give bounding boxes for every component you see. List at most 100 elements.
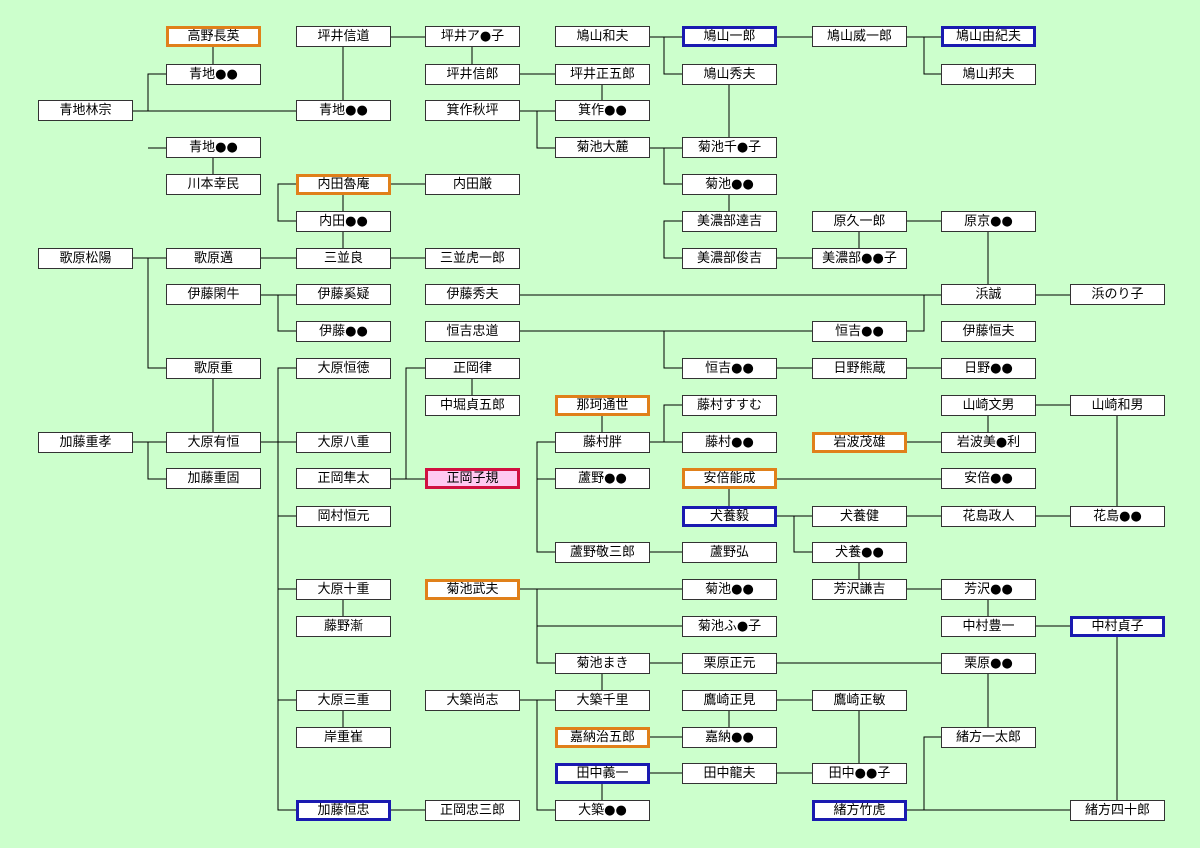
person-node-okamura: 岡村恒元 [296,506,391,527]
person-node-iwanami2: 岩波美●利 [941,432,1036,453]
person-node-uchida-roan: 内田魯庵 [296,174,391,195]
person-node-minobe3: 美濃部●●子 [812,248,907,269]
link-line [649,404,682,443]
person-node-aochi-rinso: 青地林宗 [38,100,133,121]
person-node-iwanami-shigeo: 岩波茂雄 [812,432,907,453]
person-node-hara-kyuichiro: 原久一郎 [812,211,907,232]
link-line [776,515,812,553]
person-node-ohara-hachiju: 大原八重 [296,432,391,453]
person-node-kikuchi-k4: 菊池ふ●子 [682,616,777,637]
link-line [277,183,296,222]
person-node-naka-michiyo: 那珂通世 [555,395,650,416]
person-node-masaoka-hayata: 正岡隼太 [296,468,391,489]
person-node-utahara-shoyo: 歌原松陽 [38,248,133,269]
person-node-kikuchi-kaki: 菊池まき [555,653,650,674]
person-node-nakabori: 中堀貞五郎 [425,395,520,416]
person-node-uchida-gen: 内田厳 [425,174,520,195]
person-node-hino2: 日野●● [941,358,1036,379]
person-node-yoshizawa2: 芳沢●● [941,579,1036,600]
link-line [133,257,166,369]
person-node-fujimura2: 藤村●● [682,432,777,453]
person-node-hatoyama-yukio: 鳩山由紀夫 [941,26,1036,47]
person-node-ogata-shijuro: 緒方四十郎 [1070,800,1165,821]
person-node-hanashima-masato: 花島政人 [941,506,1036,527]
person-node-kurihara2: 栗原●● [941,653,1036,674]
person-node-yamazaki-fumio: 山崎文男 [941,395,1036,416]
person-node-kikuchi-k2: 菊池●● [682,174,777,195]
person-node-masaoka-shiki: 正岡子規 [425,468,520,489]
person-node-inukai-takeru: 犬養健 [812,506,907,527]
person-node-aochi2: 青地●● [296,100,391,121]
person-node-hatoyama-hideo: 鳩山秀夫 [682,64,777,85]
person-node-itou-tsuneo: 伊藤恒夫 [941,321,1036,342]
person-node-ashino-keizaburo: 蘆野敬三郎 [555,542,650,563]
person-node-ohara-toe: 大原十重 [296,579,391,600]
person-node-utahara-sho: 歌原邁 [166,248,261,269]
person-node-kano2: 嘉納●● [682,727,777,748]
person-node-hama-makoto: 浜誠 [941,284,1036,305]
person-node-itou-kengyu: 伊藤閑牛 [166,284,261,305]
person-node-ogata-taketora: 緒方竹虎 [812,800,907,821]
person-node-tsuneyoshi2: 恒吉●● [812,321,907,342]
person-node-minami-toraichiro: 三並虎一郎 [425,248,520,269]
person-node-tsuboi-shindo: 坪井信道 [296,26,391,47]
person-node-takano: 高野長英 [166,26,261,47]
person-node-itou-hideo: 伊藤秀夫 [425,284,520,305]
person-node-kikuchi-takeo: 菊池武夫 [425,579,520,600]
link-line [390,367,425,480]
link-line [649,36,682,75]
person-node-inukai-tsuyoshi: 犬養毅 [682,506,777,527]
person-node-kishi: 岸重崔 [296,727,391,748]
person-node-hara2: 原京●● [941,211,1036,232]
person-node-hatoyama-iichiro: 鳩山威一郎 [812,26,907,47]
person-node-inukai2: 犬養●● [812,542,907,563]
link-line [519,110,555,149]
person-node-mitsukuri-shuhei: 箕作秋坪 [425,100,520,121]
person-node-masaoka-chusaburo: 正岡忠三郎 [425,800,520,821]
person-node-daichiku-takashi: 大築尚志 [425,690,520,711]
person-node-kano-jigoro: 嘉納治五郎 [555,727,650,748]
person-node-katou-tsunetada: 加藤恒忠 [296,800,391,821]
person-node-ashino-hiroshi: 蘆野弘 [682,542,777,563]
person-node-hatoyama-kunio: 鳩山邦夫 [941,64,1036,85]
person-node-takasaki-masatoshi: 鷹崎正敏 [812,690,907,711]
person-node-hino-kumazo: 日野熊蔵 [812,358,907,379]
person-node-fujino-zen: 藤野漸 [296,616,391,637]
person-node-mitsukuri2: 箕作●● [555,100,650,121]
person-node-takasaki-masami: 鷹崎正見 [682,690,777,711]
person-node-fujimura-han: 藤村胖 [555,432,650,453]
family-tree-diagram: 高野長英 青地●● 青地林宗 青地●● 川本幸民 歌原松陽 伊藤閑牛 歌原重 加藤重孝 加藤重固坪… [0,0,1200,848]
person-node-hama-noriko: 浜のり子 [1070,284,1165,305]
person-node-itou2: 伊藤●● [296,321,391,342]
person-node-nakamura-toyokazu: 中村豊一 [941,616,1036,637]
person-node-tsuboi2: 坪井ア●子 [425,26,520,47]
person-node-minami-ryo: 三並良 [296,248,391,269]
person-node-tsuboi-shinro: 坪井信郎 [425,64,520,85]
person-node-ogata-ichitaro: 緒方一太郎 [941,727,1036,748]
person-node-utahara-shige: 歌原重 [166,358,261,379]
person-node-ohara-mie: 大原三重 [296,690,391,711]
person-node-katou-shigetaka: 加藤重孝 [38,432,133,453]
person-node-minobe-toshikichi: 美濃部俊吉 [682,248,777,269]
person-node-abe-yoshishige: 安倍能成 [682,468,777,489]
person-node-fujimura-susumu: 藤村すすむ [682,395,777,416]
link-lines [131,36,1118,811]
person-node-tsuneyoshi-tadamichi: 恒吉忠道 [425,321,520,342]
person-node-ohara-tsunenori: 大原恒徳 [296,358,391,379]
person-node-hatoyama-kazuo: 鳩山和夫 [555,26,650,47]
person-node-yamazaki-kazuo: 山崎和男 [1070,395,1165,416]
link-line [536,441,555,553]
link-line [131,441,166,480]
link-line [906,295,925,332]
person-node-ohara-arikazu: 大原有恒 [166,432,261,453]
person-node-kurihara-masamoto: 栗原正元 [682,653,777,674]
person-node-hatoyama-ichiro: 鳩山一郎 [682,26,777,47]
person-node-kikuchi-k3: 菊池●● [682,579,777,600]
person-node-yoshizawa-kenkichi: 芳沢謙吉 [812,579,907,600]
person-node-aochi1: 青地●● [166,64,261,85]
person-node-ashino2: 蘆野●● [555,468,650,489]
person-node-masaoka-ritsu: 正岡律 [425,358,520,379]
person-node-kikuchi-k1: 菊池千●子 [682,137,777,158]
person-node-tanaka-giichi: 田中義一 [555,763,650,784]
link-line [649,147,682,185]
